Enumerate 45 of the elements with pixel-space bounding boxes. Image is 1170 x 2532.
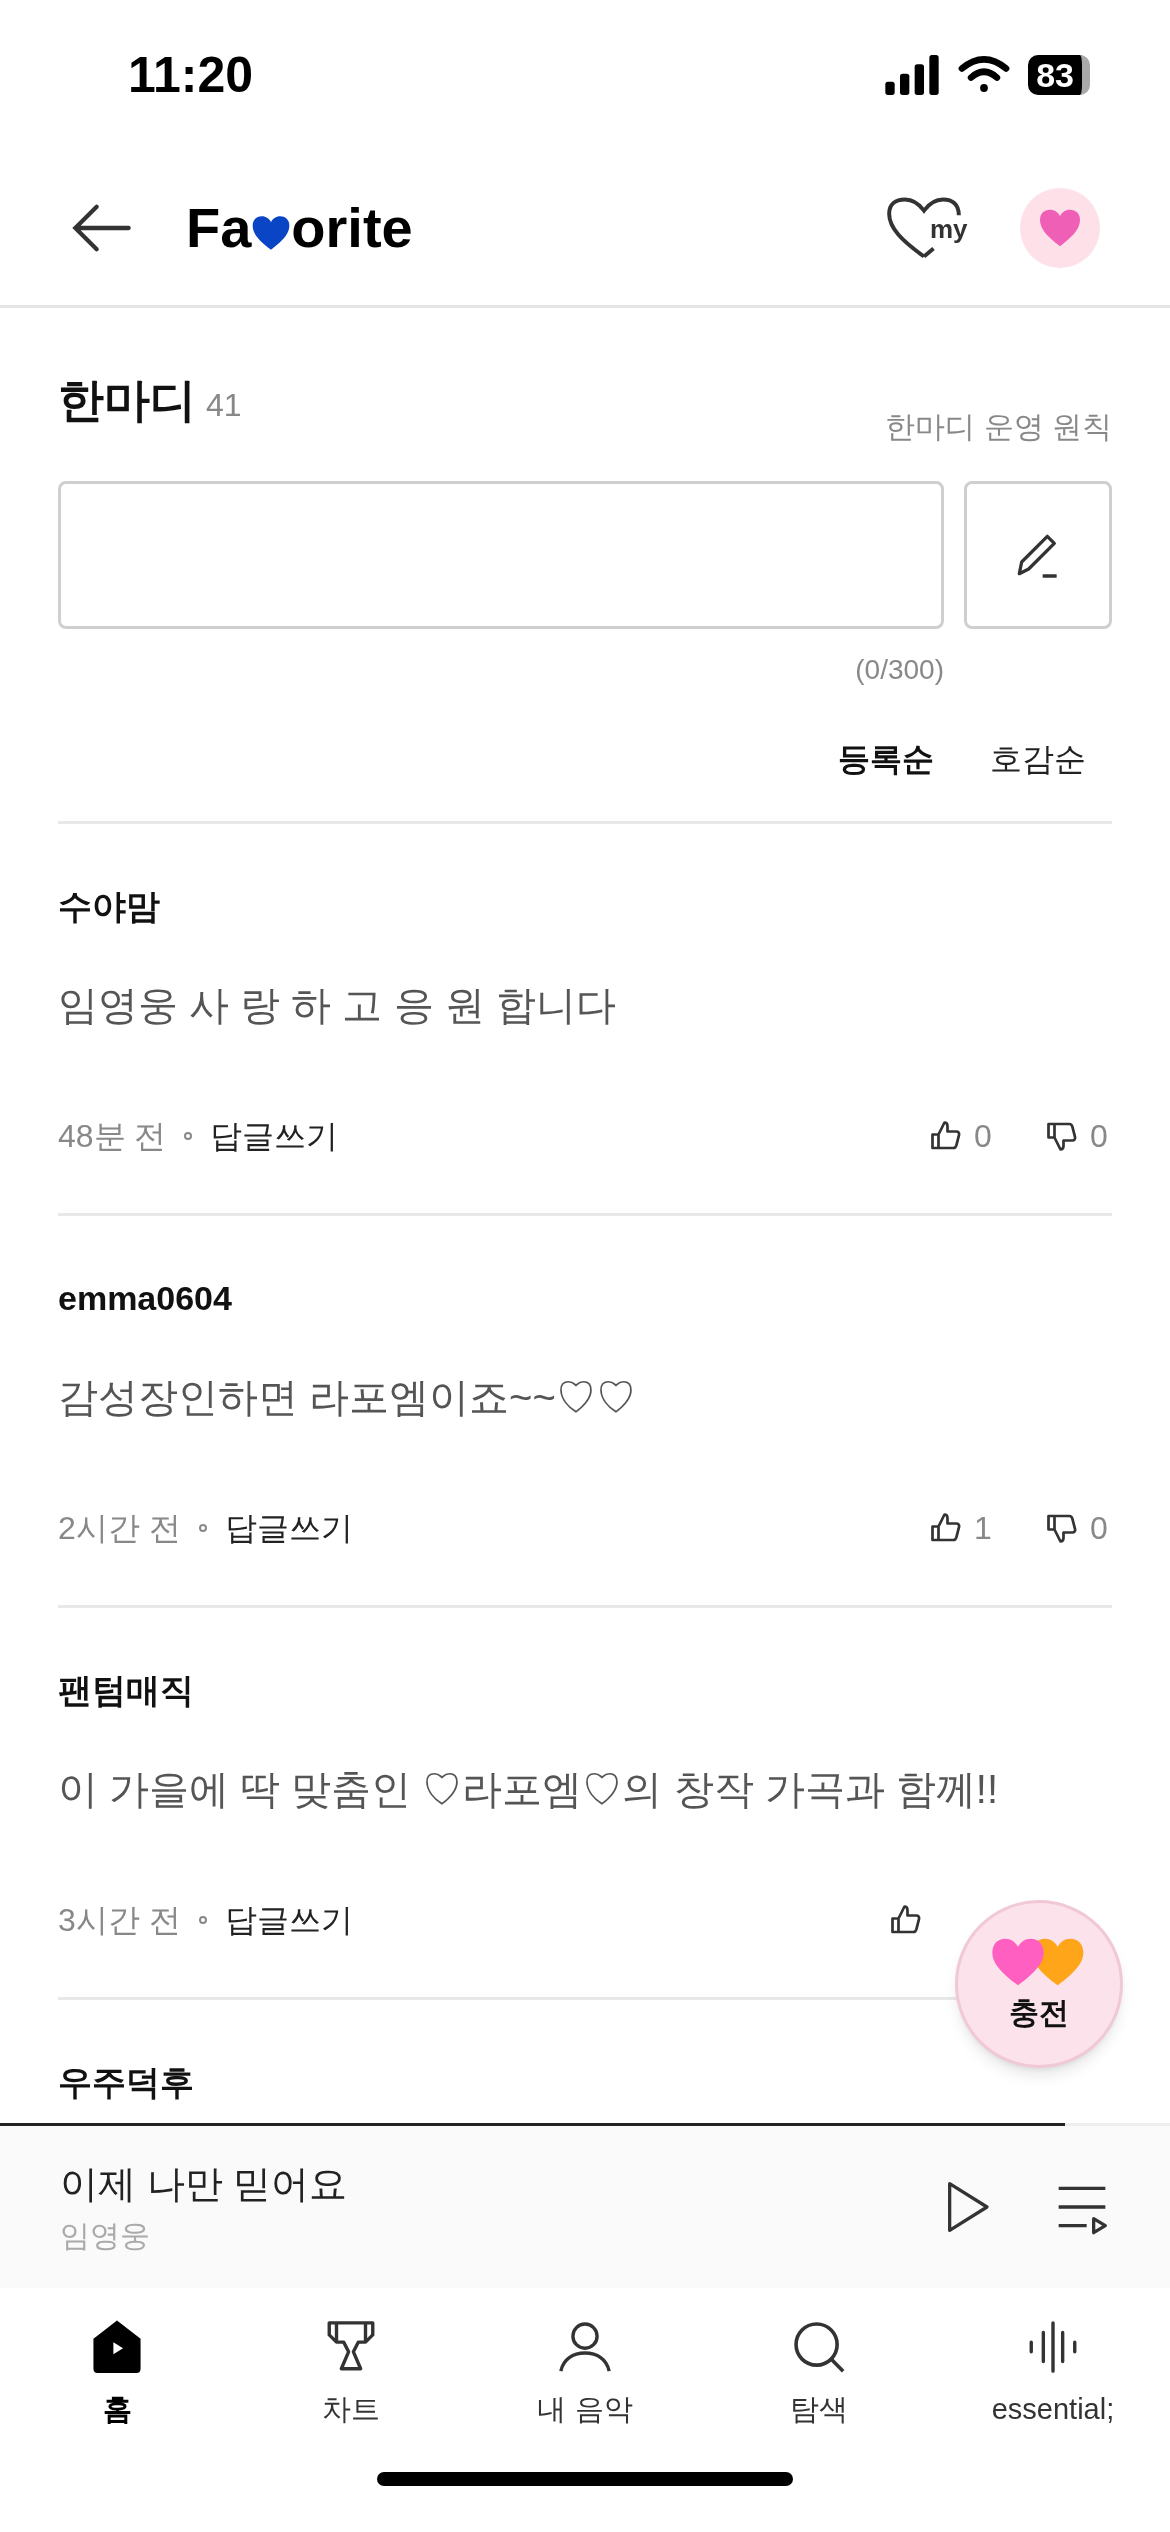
comment-text: 이 가을에 딱 맞춤인 ♡라포엠♡의 창작 가곡과 함께!! xyxy=(58,1766,1000,1813)
nav-tab[interactable]: 탐색 xyxy=(702,2318,936,2432)
battery-indicator: 83 xyxy=(1028,55,1090,95)
comment-author: emma0604 xyxy=(58,1278,233,1319)
sort-tab[interactable]: 호감순 xyxy=(990,735,1086,783)
nav-tab[interactable]: 홈 xyxy=(0,2318,234,2432)
track-title: 이제 나만 믿어요 xyxy=(60,2162,349,2207)
rules-link[interactable]: 한마디 운영 원칙 xyxy=(885,404,1112,449)
comment-time: 48분 전 xyxy=(58,1117,167,1156)
comment-author: 팬텀매직 xyxy=(58,1670,195,1711)
dot-separator-icon xyxy=(198,1916,207,1924)
comment-time: 3시간 전 xyxy=(58,1901,181,1940)
reply-link[interactable]: 답글쓰기 xyxy=(224,1896,353,1944)
wifi-icon xyxy=(958,55,1011,95)
like-count: 0 xyxy=(974,1117,993,1156)
reply-link[interactable]: 답글쓰기 xyxy=(224,1504,353,1552)
dislike-count: 0 xyxy=(1090,1117,1109,1156)
mini-player[interactable]: 이제 나만 믿어요 임영웅 xyxy=(0,2126,1170,2288)
sort-tab[interactable]: 등록순 xyxy=(838,735,934,783)
comment-input-field[interactable] xyxy=(58,481,944,629)
comment-count: 41 xyxy=(206,386,242,425)
dot-separator-icon xyxy=(184,1132,193,1140)
like-count: 1 xyxy=(974,1509,993,1548)
track-artist: 임영웅 xyxy=(60,2218,151,2254)
dislike-count: 0 xyxy=(1090,1509,1109,1548)
comment-time: 2시간 전 xyxy=(58,1509,181,1548)
status-time: 11:20 xyxy=(128,45,254,105)
comment-text: 감성장인하면 라포엠이죠~~♡♡ xyxy=(58,1374,637,1421)
comment-text: 임영웅 사 랑 하 고 응 원 합니다 xyxy=(58,982,617,1029)
my-label: my xyxy=(930,213,968,244)
character-counter: (0/300) xyxy=(855,653,944,687)
signal-icon xyxy=(884,55,941,95)
reply-link[interactable]: 답글쓰기 xyxy=(210,1112,339,1160)
logo-text: orite xyxy=(291,194,413,261)
comment-author: 수야맘 xyxy=(58,886,161,927)
section-title: 한마디 xyxy=(58,373,196,428)
comment-author: 우주덕후 xyxy=(58,2062,195,2103)
logo-heart-icon xyxy=(251,213,292,252)
dot-separator-icon xyxy=(198,1524,207,1532)
charge-button[interactable]: 충전 xyxy=(955,1900,1123,2068)
nav-tab[interactable]: essential; xyxy=(936,2318,1170,2432)
logo-text: Fa xyxy=(186,194,252,261)
heart-icon xyxy=(1038,207,1082,248)
nav-tab[interactable]: 차트 xyxy=(234,2318,468,2432)
nav-tab[interactable]: 내 음악 xyxy=(468,2318,702,2432)
